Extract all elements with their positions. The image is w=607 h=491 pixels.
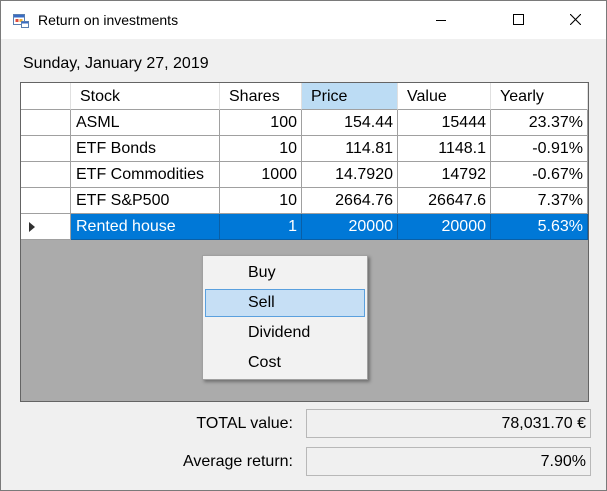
cell-shares[interactable]: 10 bbox=[220, 188, 302, 214]
menu-item-sell[interactable]: Sell bbox=[205, 289, 365, 317]
cell-yearly[interactable]: 7.37% bbox=[491, 188, 588, 214]
cell-value[interactable]: 20000 bbox=[398, 214, 491, 240]
menu-item-dividend[interactable]: Dividend bbox=[205, 319, 365, 347]
row-pointer-icon bbox=[29, 222, 35, 232]
cell-stock[interactable]: ASML bbox=[71, 110, 220, 136]
menu-item-cost[interactable]: Cost bbox=[205, 349, 365, 377]
average-return-label: Average return: bbox=[183, 453, 293, 470]
app-icon bbox=[13, 12, 29, 28]
date-label: Sunday, January 27, 2019 bbox=[23, 55, 209, 72]
row-header[interactable] bbox=[21, 214, 71, 240]
row-header[interactable] bbox=[21, 162, 71, 188]
cell-price[interactable]: 2664.76 bbox=[302, 188, 398, 214]
cell-price[interactable]: 154.44 bbox=[302, 110, 398, 136]
total-value-label: TOTAL value: bbox=[196, 415, 293, 432]
cell-price[interactable]: 114.81 bbox=[302, 136, 398, 162]
column-header-shares[interactable]: Shares bbox=[220, 83, 302, 110]
window-title: Return on investments bbox=[38, 12, 179, 28]
title-bar[interactable]: Return on investments bbox=[1, 1, 606, 39]
column-header-stock[interactable]: Stock bbox=[71, 83, 220, 110]
average-return-field: 7.90% bbox=[306, 447, 591, 476]
cell-yearly[interactable]: -0.91% bbox=[491, 136, 588, 162]
cell-shares[interactable]: 10 bbox=[220, 136, 302, 162]
cell-value[interactable]: 1148.1 bbox=[398, 136, 491, 162]
table-row[interactable]: ETF Commodities 1000 14.7920 14792 -0.67… bbox=[21, 162, 588, 188]
column-header-yearly[interactable]: Yearly bbox=[491, 83, 588, 110]
cell-yearly[interactable]: 5.63% bbox=[491, 214, 588, 240]
cell-yearly[interactable]: -0.67% bbox=[491, 162, 588, 188]
menu-item-buy[interactable]: Buy bbox=[205, 259, 365, 287]
table-row[interactable]: ASML 100 154.44 15444 23.37% bbox=[21, 110, 588, 136]
close-icon bbox=[569, 13, 581, 28]
column-header-price[interactable]: Price bbox=[302, 83, 398, 110]
cell-value[interactable]: 14792 bbox=[398, 162, 491, 188]
cell-stock[interactable]: ETF Commodities bbox=[71, 162, 220, 188]
context-menu: Buy Sell Dividend Cost bbox=[202, 255, 368, 380]
maximize-icon bbox=[512, 13, 524, 28]
row-header-corner[interactable] bbox=[21, 83, 71, 110]
row-header[interactable] bbox=[21, 136, 71, 162]
cell-shares[interactable]: 100 bbox=[220, 110, 302, 136]
cell-stock[interactable]: Rented house bbox=[71, 214, 220, 240]
table-row[interactable]: ETF Bonds 10 114.81 1148.1 -0.91% bbox=[21, 136, 588, 162]
cell-stock[interactable]: ETF S&P500 bbox=[71, 188, 220, 214]
table-row-selected[interactable]: Rented house 1 20000 20000 5.63% bbox=[21, 214, 588, 240]
maximize-button[interactable] bbox=[495, 1, 541, 39]
grid-header-row: Stock Shares Price Value Yearly bbox=[21, 83, 588, 110]
app-window: Return on investments Sunday, January 27… bbox=[0, 0, 607, 491]
cell-stock[interactable]: ETF Bonds bbox=[71, 136, 220, 162]
cell-price[interactable]: 20000 bbox=[302, 214, 398, 240]
cell-price[interactable]: 14.7920 bbox=[302, 162, 398, 188]
close-button[interactable] bbox=[552, 1, 598, 39]
cell-value[interactable]: 15444 bbox=[398, 110, 491, 136]
column-header-value[interactable]: Value bbox=[398, 83, 491, 110]
table-row[interactable]: ETF S&P500 10 2664.76 26647.6 7.37% bbox=[21, 188, 588, 214]
total-value-field: 78,031.70 € bbox=[306, 409, 591, 438]
minimize-icon bbox=[436, 13, 446, 28]
cell-yearly[interactable]: 23.37% bbox=[491, 110, 588, 136]
cell-shares[interactable]: 1 bbox=[220, 214, 302, 240]
minimize-button[interactable] bbox=[418, 1, 464, 39]
row-header[interactable] bbox=[21, 110, 71, 136]
row-header[interactable] bbox=[21, 188, 71, 214]
cell-value[interactable]: 26647.6 bbox=[398, 188, 491, 214]
cell-shares[interactable]: 1000 bbox=[220, 162, 302, 188]
